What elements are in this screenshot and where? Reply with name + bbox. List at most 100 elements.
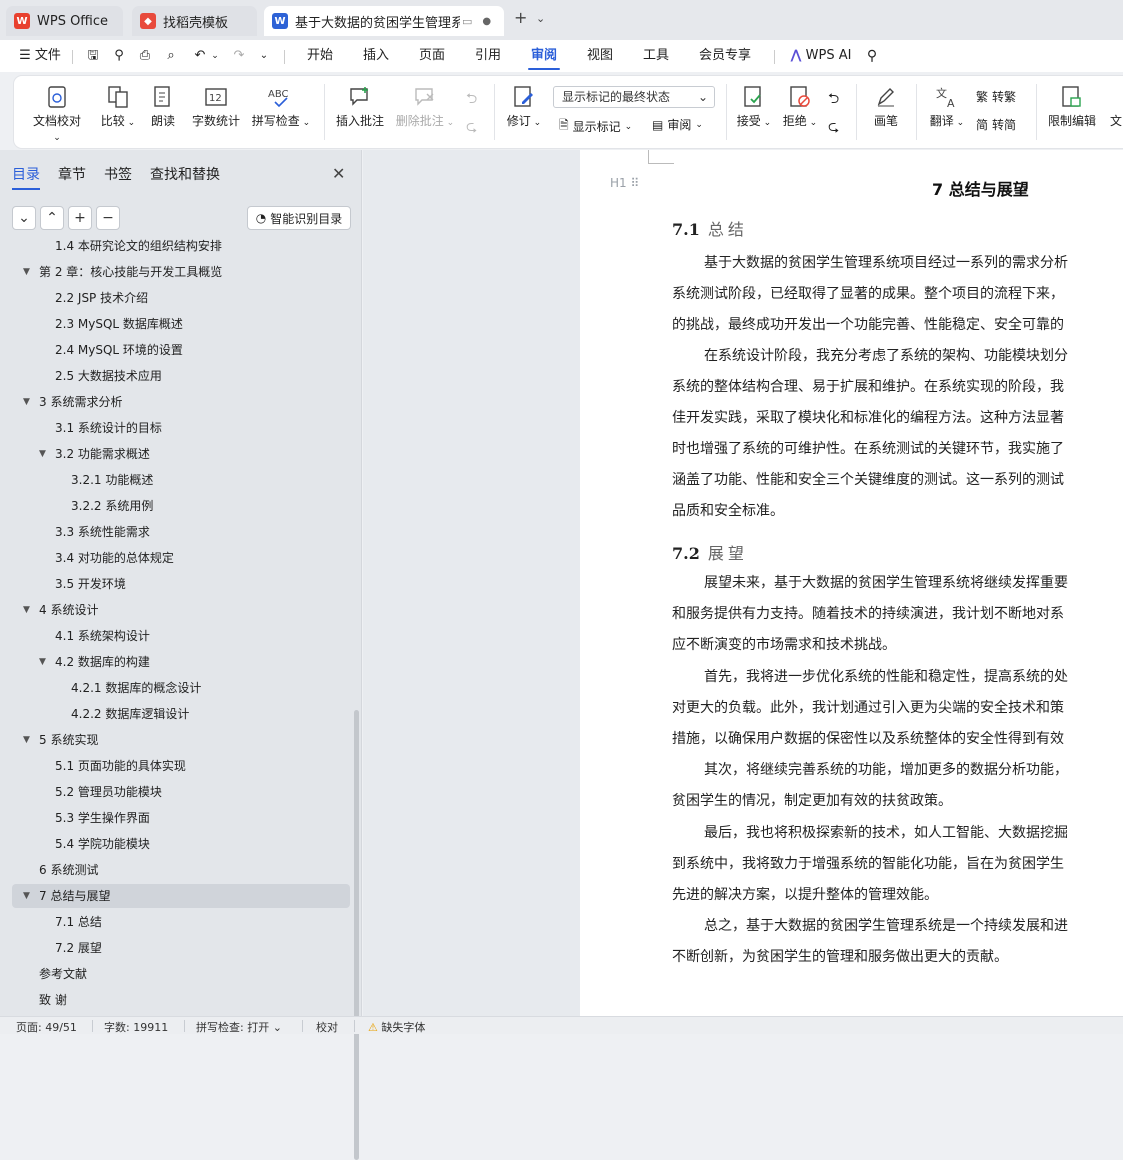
expand-arrow-icon[interactable]: ▼ — [23, 598, 30, 622]
toc-item[interactable]: ▼ 4.2 数据库的构建 — [12, 650, 350, 674]
menu-page[interactable]: 页面 — [412, 40, 452, 72]
format-painter-icon[interactable]: ⚲ — [110, 40, 128, 72]
delete-comment-button[interactable]: 删除批注 ⌄ — [394, 82, 456, 129]
review-pane-button[interactable]: ▤ 审阅 ⌄ — [652, 116, 703, 133]
tab-docer-templates[interactable]: ◆ 找稻壳模板 — [132, 6, 257, 36]
menu-member[interactable]: 会员专享 — [694, 40, 756, 72]
toc-item[interactable]: ▼ 4 系统设计 — [12, 598, 350, 622]
unsaved-dot-icon[interactable]: ● — [482, 16, 491, 27]
undo-icon[interactable]: ↶ — [190, 40, 210, 72]
expand-arrow-icon[interactable]: ▼ — [23, 884, 30, 908]
toc-item[interactable]: 5.1 页面功能的具体实现 — [12, 754, 350, 778]
next-comment-icon[interactable]: ⮎ — [466, 116, 477, 140]
tab-bookmarks[interactable]: 书签 — [104, 164, 132, 184]
compare-button[interactable]: 比较 ⌄ — [98, 82, 138, 129]
expand-arrow-icon[interactable]: ▼ — [39, 650, 46, 674]
toc-item[interactable]: 3.2.1 功能概述 — [12, 468, 350, 492]
toc-item[interactable]: ▼ 3 系统需求分析 — [12, 390, 350, 414]
close-icon[interactable]: ✕ — [332, 164, 345, 183]
expand-arrow-icon[interactable]: ▼ — [23, 390, 30, 414]
tab-document[interactable]: W 基于大数据的贫困学生管理系统 ▭ ● — [264, 6, 504, 36]
show-markup-button[interactable]: 🗎 显示标记 ⌄ — [559, 116, 632, 137]
tab-chapters[interactable]: 章节 — [58, 164, 86, 184]
menu-view[interactable]: 视图 — [580, 40, 620, 72]
tab-wps-office[interactable]: W WPS Office — [6, 6, 123, 36]
toc-item[interactable]: 3.5 开发环境 — [12, 572, 350, 596]
expand-arrow-icon[interactable]: ▼ — [23, 260, 30, 284]
expand-arrow-icon[interactable]: ▼ — [39, 442, 46, 466]
smart-toc-button[interactable]: ◔ 智能识别目录 — [247, 206, 351, 230]
expand-arrow-icon[interactable]: ▼ — [23, 728, 30, 752]
spell-check-button[interactable]: ABC 拼写检查 ⌄ — [250, 82, 312, 129]
restrict-edit-button[interactable]: 限制编辑 — [1044, 82, 1100, 129]
wps-ai-button[interactable]: ⋀ WPS AI — [788, 40, 854, 72]
to-traditional-button[interactable]: 繁转繁 — [976, 88, 1016, 105]
spell-check-indicator[interactable]: 拼写检查: 打开 ⌄ — [196, 1019, 282, 1035]
track-changes-button[interactable]: 修订 ⌄ — [504, 82, 544, 129]
toc-item[interactable]: 7.2 展望 — [12, 936, 350, 960]
toc-item[interactable]: ▼ 3.2 功能需求概述 — [12, 442, 350, 466]
toc-item[interactable]: 5.4 学院功能模块 — [12, 832, 350, 856]
document-more-button[interactable]: 文 — [1108, 82, 1123, 129]
menu-start[interactable]: 开始 — [300, 40, 340, 72]
toc-item[interactable]: 4.2.1 数据库的概念设计 — [12, 676, 350, 700]
toc-scrollbar[interactable] — [354, 710, 359, 1160]
quick-access-more-icon[interactable]: ⌄ — [256, 40, 272, 72]
page-indicator[interactable]: 页面: 49/51 — [16, 1019, 77, 1035]
insert-comment-button[interactable]: 插入批注 — [334, 82, 386, 129]
collapse-chevron-icon[interactable]: ⌄ — [12, 206, 36, 230]
document-page[interactable]: H1 ⠿ 7 总结与展望 7.1 总结 7.2 展望 基于大数据的贫困学生管理系统项… — [580, 150, 1123, 1016]
missing-font-indicator[interactable]: ⚠ 缺失字体 — [368, 1019, 425, 1035]
markup-state-select[interactable]: 显示标记的最终状态 ⌄ — [553, 86, 715, 108]
menu-reference[interactable]: 引用 — [468, 40, 508, 72]
redo-icon[interactable]: ↷ — [230, 40, 248, 72]
toc-item[interactable]: ▼ 7 总结与展望 — [12, 884, 350, 908]
toc-item[interactable]: 3.4 对功能的总体规定 — [12, 546, 350, 570]
prev-comment-icon[interactable]: ⮌ — [466, 88, 477, 112]
toc-item[interactable]: 3.1 系统设计的目标 — [12, 416, 350, 440]
word-count-button[interactable]: 12 字数统计 — [190, 82, 242, 129]
next-change-icon[interactable]: ⮎ — [828, 116, 839, 140]
expand-chevron-icon[interactable]: ⌃ — [40, 206, 64, 230]
proofread-indicator[interactable]: 校对 — [316, 1019, 338, 1035]
print-icon[interactable]: ⎙ — [136, 40, 154, 72]
pen-button[interactable]: 画笔 — [866, 82, 906, 129]
menu-insert[interactable]: 插入 — [356, 40, 396, 72]
toc-item[interactable]: 5.2 管理员功能模块 — [12, 780, 350, 804]
undo-dropdown-icon[interactable]: ⌄ — [210, 40, 220, 72]
tab-find-replace[interactable]: 查找和替换 — [150, 164, 220, 184]
toc-item[interactable]: 7.1 总结 — [12, 910, 350, 934]
add-heading-icon[interactable]: + — [68, 206, 92, 230]
toc-item[interactable]: 6 系统测试 — [12, 858, 350, 882]
doc-check-button[interactable]: 文档校对 ⌄ — [28, 82, 86, 143]
word-count-indicator[interactable]: 字数: 19911 — [104, 1019, 168, 1035]
remove-heading-icon[interactable]: − — [96, 206, 120, 230]
toc-item[interactable]: 2.3 MySQL 数据库概述 — [12, 312, 350, 336]
toc-item[interactable]: ▼ 5 系统实现 — [12, 728, 350, 752]
toc-item[interactable]: 5.3 学生操作界面 — [12, 806, 350, 830]
toc-item[interactable]: 4.2.2 数据库逻辑设计 — [12, 702, 350, 726]
toc-item[interactable]: 1.4 本研究论文的组织结构安排 — [12, 236, 350, 258]
tab-list-chevron-icon[interactable]: ⌄ — [536, 12, 545, 25]
menu-tools[interactable]: 工具 — [636, 40, 676, 72]
save-icon[interactable]: 🖫 — [84, 40, 102, 72]
translate-button[interactable]: 文A 翻译 ⌄ — [926, 82, 968, 129]
accept-button[interactable]: 接受 ⌄ — [734, 82, 774, 129]
toc-item[interactable]: 2.2 JSP 技术介绍 — [12, 286, 350, 310]
menu-review[interactable]: 审阅 — [524, 40, 564, 72]
toc-item[interactable]: 参考文献 — [12, 962, 350, 986]
toc-item[interactable]: 2.5 大数据技术应用 — [12, 364, 350, 388]
new-tab-icon[interactable]: + — [514, 8, 527, 27]
toc-item[interactable]: 致 谢 — [12, 988, 350, 1012]
toc-item[interactable]: ▼ 第 2 章：核心技能与开发工具概览 — [12, 260, 350, 284]
file-menu[interactable]: ☰ 文件 — [16, 40, 64, 72]
toc-item[interactable]: 3.3 系统性能需求 — [12, 520, 350, 544]
search-icon[interactable]: ⚲ — [862, 40, 882, 72]
reject-button[interactable]: 拒绝 ⌄ — [780, 82, 820, 129]
print-preview-icon[interactable]: ⌕ — [162, 40, 180, 72]
toc-item[interactable]: 3.2.2 系统用例 — [12, 494, 350, 518]
toc-item[interactable]: 4.1 系统架构设计 — [12, 624, 350, 648]
toc-item[interactable]: 2.4 MySQL 环境的设置 — [12, 338, 350, 362]
heading-drag-handle-icon[interactable]: H1 ⠿ — [610, 176, 639, 190]
tab-toc[interactable]: 目录 — [12, 164, 40, 190]
